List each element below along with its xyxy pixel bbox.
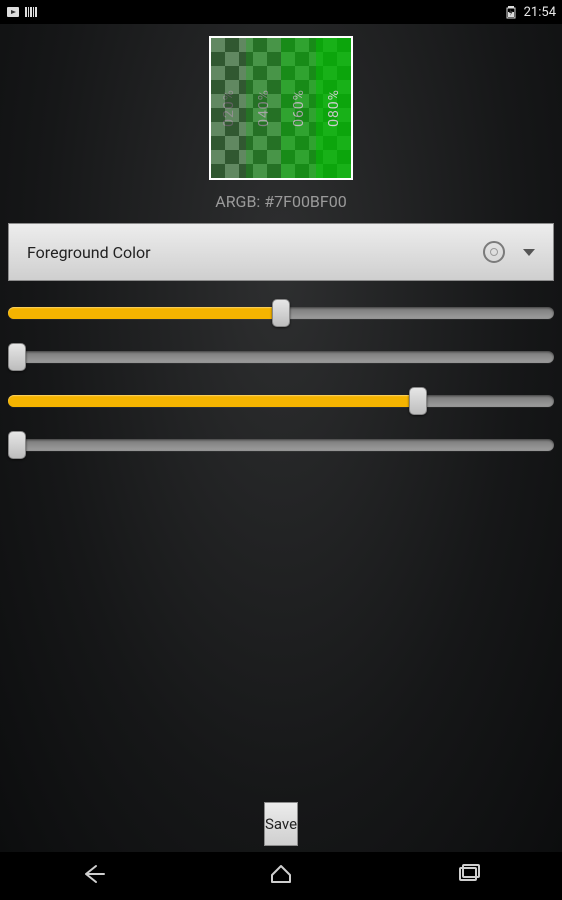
opacity-bar [316, 38, 351, 178]
save-button-label: Save [265, 815, 297, 833]
slider-track [8, 439, 554, 451]
red-slider[interactable] [8, 347, 554, 367]
slider-track [8, 351, 554, 363]
save-button[interactable]: Save [264, 802, 298, 846]
dropdown-selected-label: Foreground Color [27, 243, 151, 262]
recent-apps-button[interactable] [454, 860, 482, 892]
home-button[interactable] [267, 860, 295, 892]
alpha-slider[interactable] [8, 303, 554, 323]
color-preview [209, 36, 353, 180]
slider-thumb[interactable] [8, 431, 26, 459]
green-slider[interactable] [8, 391, 554, 411]
back-button[interactable] [80, 860, 108, 892]
opacity-bar [281, 38, 316, 178]
barcode-icon [24, 5, 38, 19]
opacity-bar [246, 38, 281, 178]
opacity-bar [211, 38, 246, 178]
blue-slider[interactable] [8, 435, 554, 455]
slider-thumb[interactable] [8, 343, 26, 371]
navigation-bar [0, 852, 562, 900]
color-target-dropdown[interactable]: Foreground Color [8, 223, 554, 281]
slider-fill [8, 307, 281, 319]
battery-icon [504, 5, 518, 19]
slider-fill [8, 395, 418, 407]
chevron-down-icon [523, 249, 535, 256]
main-content: ARGB: #7F00BF00 Foreground Color Save [0, 24, 562, 852]
play-store-icon [6, 5, 20, 19]
slider-thumb[interactable] [409, 387, 427, 415]
status-bar: 21:54 [0, 0, 562, 24]
argb-value: ARGB: #7F00BF00 [215, 192, 346, 211]
clock-text: 21:54 [524, 5, 556, 20]
slider-thumb[interactable] [272, 299, 290, 327]
target-ring-icon [483, 241, 505, 263]
